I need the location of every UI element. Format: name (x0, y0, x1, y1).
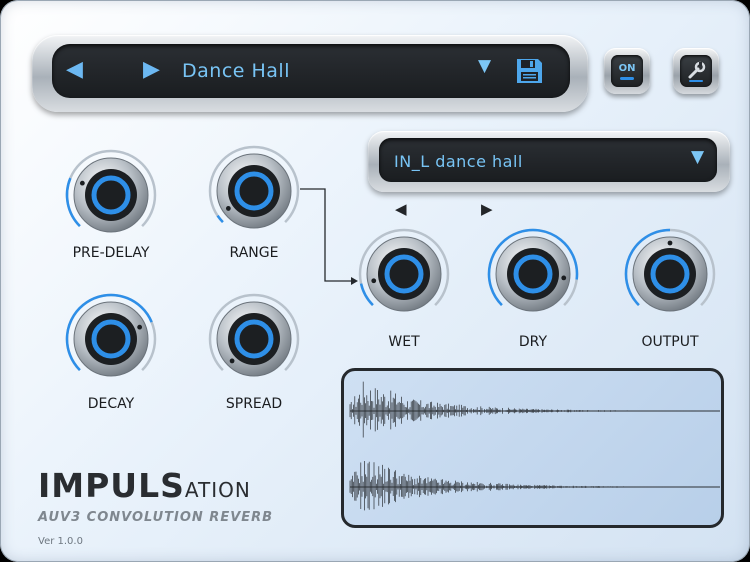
knob-pre-delay-label: PRE-DELAY (72, 245, 150, 261)
knob-spread[interactable] (206, 291, 302, 387)
knob-spread-label: SPREAD (225, 396, 283, 412)
power-button-label: ON (618, 63, 636, 74)
power-button[interactable]: ON (604, 48, 650, 94)
knob-output[interactable] (622, 226, 718, 322)
wrench-icon (688, 61, 706, 82)
knob-range[interactable] (206, 143, 302, 239)
impulse-name: IN_L dance hall (394, 152, 523, 171)
knob-pre-delay[interactable] (63, 147, 159, 243)
impulse-next-button[interactable]: ▶ (481, 200, 493, 218)
knob-output-label: OUTPUT (641, 334, 699, 350)
knob-range-label: RANGE (229, 245, 279, 261)
preset-dropdown-button[interactable]: ▼ (478, 56, 491, 76)
knob-wet[interactable] (356, 226, 452, 322)
settings-button[interactable] (673, 48, 719, 94)
brand-name-small: ATION (184, 478, 251, 502)
impulse-waveform-display (341, 368, 724, 528)
waveform-plot (349, 381, 720, 511)
knob-wet-label: WET (388, 334, 420, 350)
knob-decay-label: DECAY (87, 396, 135, 412)
plugin-panel: ◀ ▶ Dance Hall ▼ ON IN_L dance hall ▼ ◀ … (0, 0, 750, 562)
preset-prev-button[interactable]: ◀ (66, 59, 83, 81)
knob-dry-label: DRY (518, 334, 548, 350)
brand-name-bold: IMPULS (38, 466, 185, 505)
preset-display (52, 44, 570, 98)
knob-decay[interactable] (63, 291, 159, 387)
waveform-channel-right (349, 461, 720, 511)
preset-next-button[interactable]: ▶ (143, 59, 160, 81)
version-label: Ver 1.0.0 (38, 536, 83, 547)
waveform-channel-left (349, 381, 718, 438)
impulse-prev-button[interactable]: ◀ (395, 200, 407, 218)
impulse-dropdown-button[interactable]: ▼ (691, 147, 704, 167)
brand-subtitle: AUV3 CONVOLUTION REVERB (38, 510, 274, 525)
save-preset-button[interactable] (516, 58, 543, 84)
settings-button-face (680, 55, 712, 87)
brand-logo: IMPULSATION (38, 466, 251, 505)
power-indicator (620, 77, 634, 80)
power-button-face: ON (611, 55, 643, 87)
floppy-disk-icon (517, 59, 542, 83)
preset-name: Dance Hall (182, 60, 290, 82)
knob-dry[interactable] (485, 226, 581, 322)
